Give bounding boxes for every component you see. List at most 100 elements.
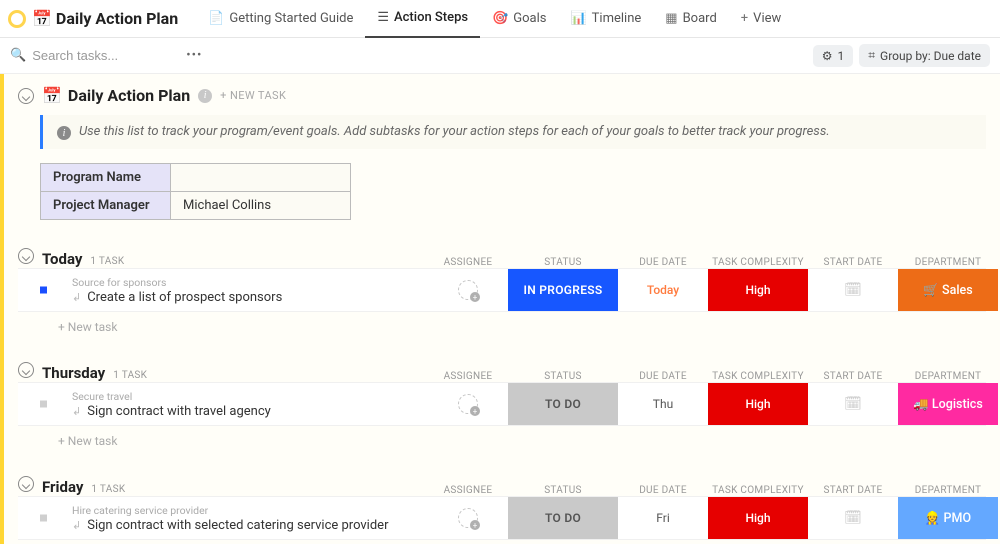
status-cell[interactable]: TO DO [508, 383, 618, 425]
status-bullet-icon[interactable] [40, 401, 47, 408]
search-icon: 🔍 [10, 48, 26, 63]
filters-button[interactable]: ⚙ 1 [813, 45, 854, 67]
assign-user-icon[interactable] [458, 394, 478, 414]
task-name-cell[interactable]: Source for sponsors ↳ Create a list of p… [18, 269, 428, 311]
task-name-cell[interactable]: Hire catering service provider ↳ Sign co… [18, 497, 428, 539]
tab-goals[interactable]: 🎯 Goals [480, 0, 558, 38]
col-assignee: ASSIGNEE [428, 485, 508, 496]
table-row: Program Name [41, 164, 351, 192]
task-name: ↳ Sign contract with selected catering s… [58, 518, 422, 533]
filter-icon: ⚙ [822, 49, 833, 63]
group-thursday: Thursday 1 TASK ASSIGNEE STATUS DUE DATE… [18, 362, 986, 448]
tab-label: Getting Started Guide [229, 11, 353, 26]
brand-calendar-icon: 📅 [32, 9, 52, 28]
assign-user-icon[interactable] [458, 508, 478, 528]
toolbar: 🔍 ••• ⚙ 1 ⌗ Group by: Due date [0, 38, 1000, 74]
task-name: ↳ Sign contract with travel agency [58, 404, 422, 419]
status-cell[interactable]: IN PROGRESS [508, 269, 618, 311]
col-assignee: ASSIGNEE [428, 257, 508, 268]
col-department: DEPARTMENT [898, 371, 998, 382]
status-bullet-icon[interactable] [40, 287, 47, 294]
department-cell[interactable]: 👷 PMO [898, 497, 998, 539]
collapse-group-icon[interactable] [18, 362, 34, 378]
toolbar-more-icon[interactable]: ••• [186, 48, 202, 63]
assignee-cell[interactable] [428, 269, 508, 311]
col-department: DEPARTMENT [898, 485, 998, 496]
start-date-cell[interactable]: 🗓 [808, 383, 898, 425]
parent-task-name: Secure travel [58, 390, 422, 403]
collapse-list-icon[interactable] [18, 88, 34, 104]
info-icon[interactable]: i [198, 89, 212, 103]
list-title: 📅 Daily Action Plan [42, 86, 190, 105]
table-row: Project Manager Michael Collins [41, 192, 351, 220]
group-icon: ⌗ [868, 48, 875, 63]
col-start-date: START DATE [808, 257, 898, 268]
col-due-date: DUE DATE [618, 485, 708, 496]
due-date-cell[interactable]: Thu [618, 383, 708, 425]
group-count: 1 TASK [113, 370, 147, 381]
meta-val-manager[interactable]: Michael Collins [171, 192, 351, 220]
start-date-cell[interactable]: 🗓 [808, 497, 898, 539]
add-task-button[interactable]: + New task [58, 320, 986, 334]
subtask-icon: ↳ [72, 291, 81, 304]
group-today: Today 1 TASK ASSIGNEE STATUS DUE DATE TA… [18, 248, 986, 334]
board-icon: ▦ [665, 11, 677, 26]
group-count: 1 TASK [90, 256, 124, 267]
assignee-cell[interactable] [428, 383, 508, 425]
group-header: Thursday 1 TASK ASSIGNEE STATUS DUE DATE… [18, 362, 986, 382]
col-complexity: TASK COMPLEXITY [708, 371, 808, 382]
department-cell[interactable]: 🛒 Sales [898, 269, 998, 311]
due-date-cell[interactable]: Today [618, 269, 708, 311]
group-by-label: Group by: Due date [880, 49, 981, 63]
col-complexity: TASK COMPLEXITY [708, 485, 808, 496]
brand-title: Daily Action Plan [56, 9, 178, 28]
complexity-cell[interactable]: High [708, 269, 808, 311]
info-icon: i [57, 126, 71, 140]
search-input[interactable] [32, 48, 172, 63]
group-by-button[interactable]: ⌗ Group by: Due date [859, 44, 990, 67]
status-cell[interactable]: TO DO [508, 497, 618, 539]
col-due-date: DUE DATE [618, 371, 708, 382]
meta-key-program: Program Name [41, 164, 171, 192]
tab-timeline[interactable]: 📊 Timeline [558, 0, 653, 38]
status-bullet-icon[interactable] [40, 515, 47, 522]
complexity-cell[interactable]: High [708, 383, 808, 425]
task-row[interactable]: Hire catering service provider ↳ Sign co… [18, 496, 986, 540]
meta-val-program[interactable] [171, 164, 351, 192]
tab-board[interactable]: ▦ Board [653, 0, 729, 38]
task-row[interactable]: Secure travel ↳ Sign contract with trave… [18, 382, 986, 426]
list-description-text: Use this list to track your program/even… [79, 124, 830, 139]
task-name-cell[interactable]: Secure travel ↳ Sign contract with trave… [18, 383, 428, 425]
list-description: i Use this list to track your program/ev… [40, 115, 986, 149]
collapse-group-icon[interactable] [18, 476, 34, 492]
group-header: Friday 1 TASK ASSIGNEE STATUS DUE DATE T… [18, 476, 986, 496]
group-name: Thursday [42, 364, 105, 382]
tab-getting-started[interactable]: 📄 Getting Started Guide [196, 0, 365, 38]
tab-label: Action Steps [394, 10, 468, 25]
col-status: STATUS [508, 485, 618, 496]
assign-user-icon[interactable] [458, 280, 478, 300]
brand-ring-icon [8, 10, 26, 28]
tab-label: Board [683, 11, 717, 26]
subtask-icon: ↳ [72, 405, 81, 418]
collapse-group-icon[interactable] [18, 248, 34, 264]
add-task-button[interactable]: + New task [58, 434, 986, 448]
task-name-text: Create a list of prospect sponsors [87, 290, 282, 305]
start-date-cell[interactable]: 🗓 [808, 269, 898, 311]
assignee-cell[interactable] [428, 497, 508, 539]
due-date-cell[interactable]: Fri [618, 497, 708, 539]
complexity-cell[interactable]: High [708, 497, 808, 539]
new-task-button[interactable]: + NEW TASK [220, 89, 286, 102]
task-name-text: Sign contract with travel agency [87, 404, 271, 419]
task-row[interactable]: Source for sponsors ↳ Create a list of p… [18, 268, 986, 312]
filter-count: 1 [838, 49, 845, 63]
list-title-text: Daily Action Plan [68, 86, 190, 105]
group-name: Friday [42, 478, 83, 496]
tab-add-view[interactable]: + View [729, 0, 794, 38]
col-department: DEPARTMENT [898, 257, 998, 268]
department-cell[interactable]: 🚚 Logistics [898, 383, 998, 425]
group-friday: Friday 1 TASK ASSIGNEE STATUS DUE DATE T… [18, 476, 986, 544]
tab-action-steps[interactable]: ☰ Action Steps [365, 0, 480, 38]
task-name: ↳ Create a list of prospect sponsors [58, 290, 422, 305]
col-start-date: START DATE [808, 371, 898, 382]
